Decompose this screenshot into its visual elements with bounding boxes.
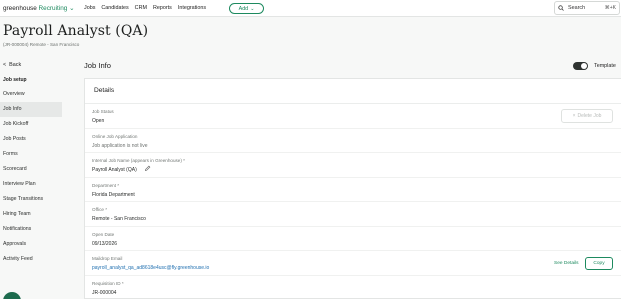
brand-product: Recruiting	[38, 5, 68, 12]
field-open-date: Open Date 09/13/2026	[85, 227, 621, 251]
sidebar-item-hiring-team[interactable]: Hiring Team	[0, 207, 62, 222]
add-button[interactable]: Add ⌄	[229, 3, 264, 14]
field-office: Office * Remote - San Francisco	[85, 202, 621, 227]
nav-item-integrations[interactable]: Integrations	[178, 5, 206, 11]
brand-logo[interactable]: greenhouse Recruiting ⌄	[3, 4, 74, 12]
field-label: Department *	[92, 182, 120, 188]
template-label: Template	[594, 63, 616, 69]
back-arrow-icon: <	[3, 62, 7, 68]
back-label: Back	[9, 62, 22, 68]
sidebar-item-approvals[interactable]: Approvals	[0, 237, 62, 252]
maildrop-email-link[interactable]: payroll_analyst_qa_ad8618e4usc@fly.green…	[92, 265, 209, 271]
nav-item-candidates[interactable]: Candidates	[101, 5, 128, 11]
delete-job-label: Delete Job	[577, 113, 602, 119]
sidebar-item-stage-transitions[interactable]: Stage Transitions	[0, 192, 62, 207]
sidebar-item-job-posts[interactable]: Job Posts	[0, 132, 62, 147]
field-maildrop-email: Maildrop Email payroll_analyst_qa_ad8618…	[85, 251, 621, 276]
sidebar-menu: Overview Job Info Job Kickoff Job Posts …	[0, 87, 62, 267]
sidebar-section-title: Job setup	[3, 77, 27, 83]
copy-button[interactable]: Copy	[585, 257, 613, 270]
nav-item-jobs[interactable]: Jobs	[84, 5, 95, 11]
sidebar-item-forms[interactable]: Forms	[0, 147, 62, 162]
search-label: Search	[568, 5, 586, 11]
details-card: Details Job Status Open Online Job Appli…	[84, 78, 621, 299]
field-value: JR-000004	[92, 289, 117, 296]
see-details-link[interactable]: See Details	[554, 261, 579, 266]
brand-name: greenhouse	[3, 5, 37, 12]
field-value: Job application is not live	[92, 142, 148, 149]
help-fab[interactable]	[3, 292, 21, 299]
field-value: Payroll Analyst (QA)	[92, 167, 137, 173]
search-button[interactable]: Search ⌘+K	[554, 1, 620, 15]
field-label: Office *	[92, 207, 107, 212]
nav-item-reports[interactable]: Reports	[153, 5, 172, 11]
sidebar-item-job-kickoff[interactable]: Job Kickoff	[0, 117, 62, 132]
field-job-status: Job Status Open	[85, 104, 621, 129]
edit-pencil-icon[interactable]	[144, 165, 151, 172]
field-value: Open	[92, 118, 105, 124]
field-requisition-id: Requisition ID * JR-000004	[85, 276, 621, 299]
sidebar-item-interview-plan[interactable]: Interview Plan	[0, 177, 62, 192]
sidebar-item-activity-feed[interactable]: Activity Feed	[0, 252, 62, 267]
copy-label: Copy	[593, 261, 605, 266]
page-title: Payroll Analyst (QA)	[3, 23, 149, 39]
field-label: Open Date	[92, 231, 115, 237]
field-online-application: Online Job Application Job application i…	[85, 129, 621, 153]
template-toggle[interactable]	[573, 62, 588, 70]
sidebar-item-job-info[interactable]: Job Info	[0, 102, 62, 117]
add-chevron-down-icon: ⌄	[250, 5, 255, 12]
field-department: Department * Florida Department	[85, 178, 621, 202]
main-nav: Jobs Candidates CRM Reports Integrations	[84, 5, 206, 11]
field-label: Job Status	[92, 109, 114, 114]
field-value: Florida Department	[92, 191, 135, 198]
search-icon	[558, 5, 564, 11]
field-label: Online Job Application	[92, 133, 138, 139]
toggle-knob	[581, 63, 587, 69]
sidebar-item-scorecard[interactable]: Scorecard	[0, 162, 62, 177]
sidebar-item-overview[interactable]: Overview	[0, 87, 62, 102]
page-subtitle: (JR-000004) Remote - San Francisco	[3, 42, 80, 47]
field-value: 09/13/2026	[92, 240, 118, 247]
close-icon: ×	[572, 113, 576, 119]
field-label: Requisition ID *	[92, 280, 124, 286]
field-value: Remote - San Francisco	[92, 216, 146, 222]
sidebar-item-notifications[interactable]: Notifications	[0, 222, 62, 237]
field-label: Maildrop Email	[92, 256, 123, 261]
top-nav-bar: greenhouse Recruiting ⌄ Jobs Candidates …	[0, 0, 621, 17]
brand-chevron-down-icon: ⌄	[69, 5, 75, 12]
add-button-label: Add	[238, 5, 249, 12]
nav-item-crm[interactable]: CRM	[135, 5, 147, 11]
field-label: Internal Job Name (appears in Greenhouse…	[92, 158, 185, 163]
card-title: Details	[94, 87, 115, 94]
field-internal-job-name: Internal Job Name (appears in Greenhouse…	[85, 153, 621, 178]
search-shortcut: ⌘+K	[604, 5, 616, 11]
back-link[interactable]: < Back	[3, 62, 21, 68]
delete-job-button[interactable]: × Delete Job	[561, 109, 613, 123]
section-title: Job Info	[84, 61, 112, 70]
